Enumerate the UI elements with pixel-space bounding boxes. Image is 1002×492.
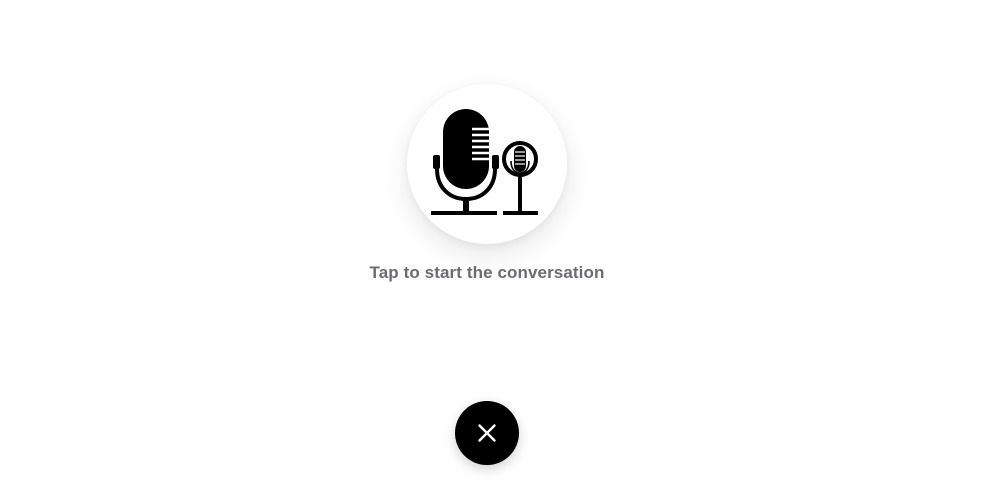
close-button[interactable]	[455, 401, 519, 465]
voice-conversation-screen: Tap to start the conversation	[0, 0, 1002, 492]
close-icon	[478, 424, 496, 442]
microphones-icon	[431, 109, 538, 215]
start-conversation-button[interactable]	[407, 84, 567, 244]
start-conversation-prompt: Tap to start the conversation	[369, 263, 605, 282]
